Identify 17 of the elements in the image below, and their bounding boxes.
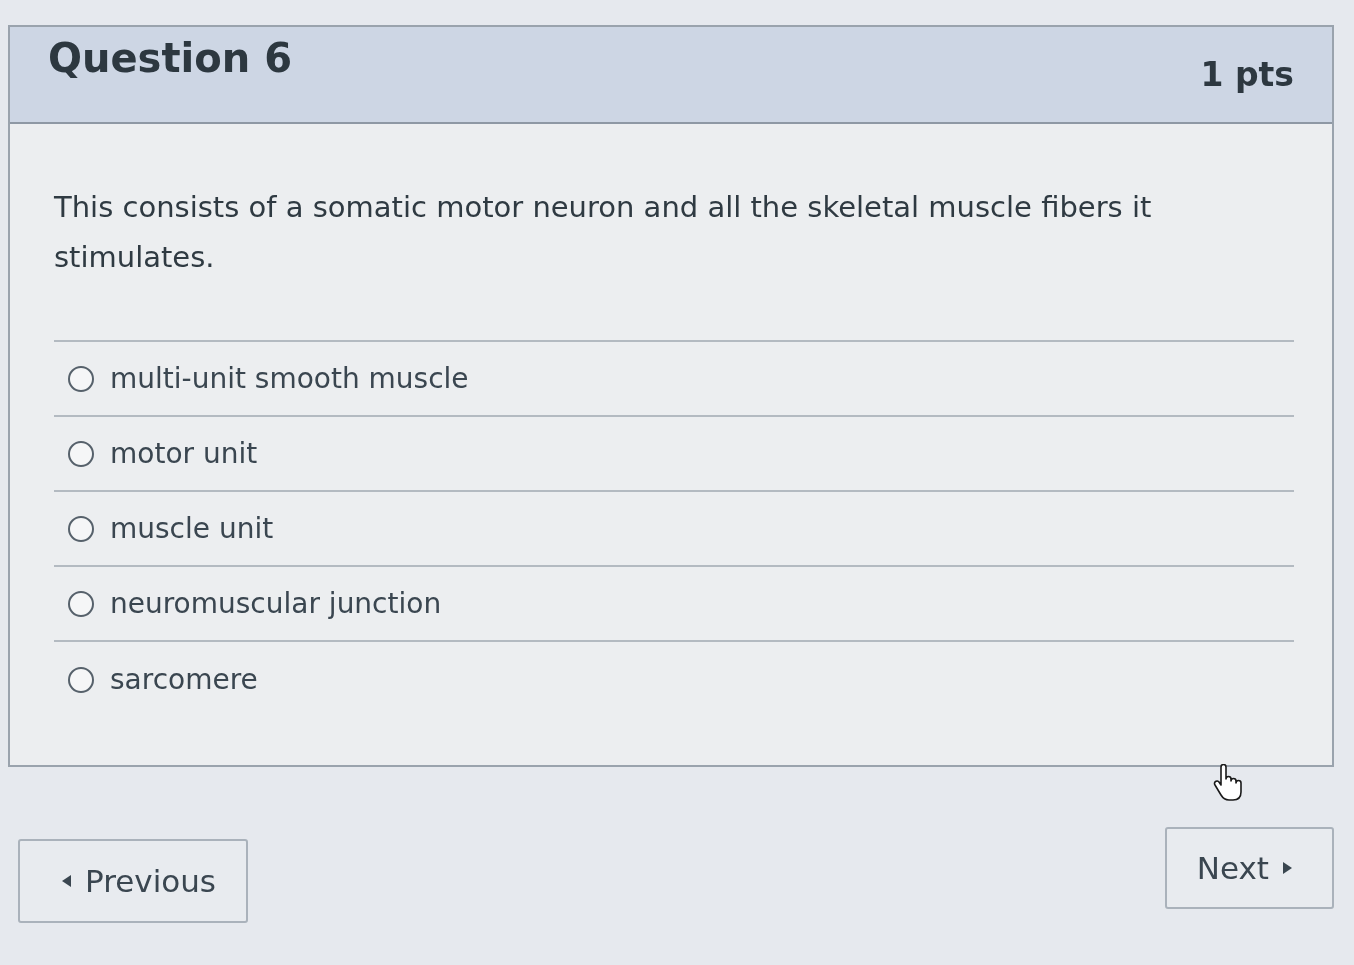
- radio-button[interactable]: [68, 440, 94, 467]
- answer-label[interactable]: sarcomere: [110, 663, 258, 696]
- question-title: Question 6: [48, 35, 292, 81]
- radio-button[interactable]: [68, 590, 94, 617]
- previous-button[interactable]: Previous: [18, 839, 248, 923]
- next-button[interactable]: Next: [1164, 827, 1334, 909]
- radio-button[interactable]: [68, 365, 94, 392]
- radio-button[interactable]: [68, 515, 94, 542]
- answer-label[interactable]: neuromuscular junction: [110, 587, 442, 620]
- caret-left-icon: [62, 875, 71, 887]
- answer-label[interactable]: multi-unit smooth muscle: [110, 362, 469, 395]
- answer-label[interactable]: motor unit: [110, 437, 258, 470]
- radio-button[interactable]: [68, 666, 94, 693]
- caret-right-icon: [1283, 862, 1292, 874]
- question-points: 1 pts: [1200, 55, 1294, 94]
- answer-label[interactable]: muscle unit: [110, 512, 274, 545]
- question-text: This consists of a somatic motor neuron and all the skeletal muscle fibers it stimulates.: [54, 189, 1153, 276]
